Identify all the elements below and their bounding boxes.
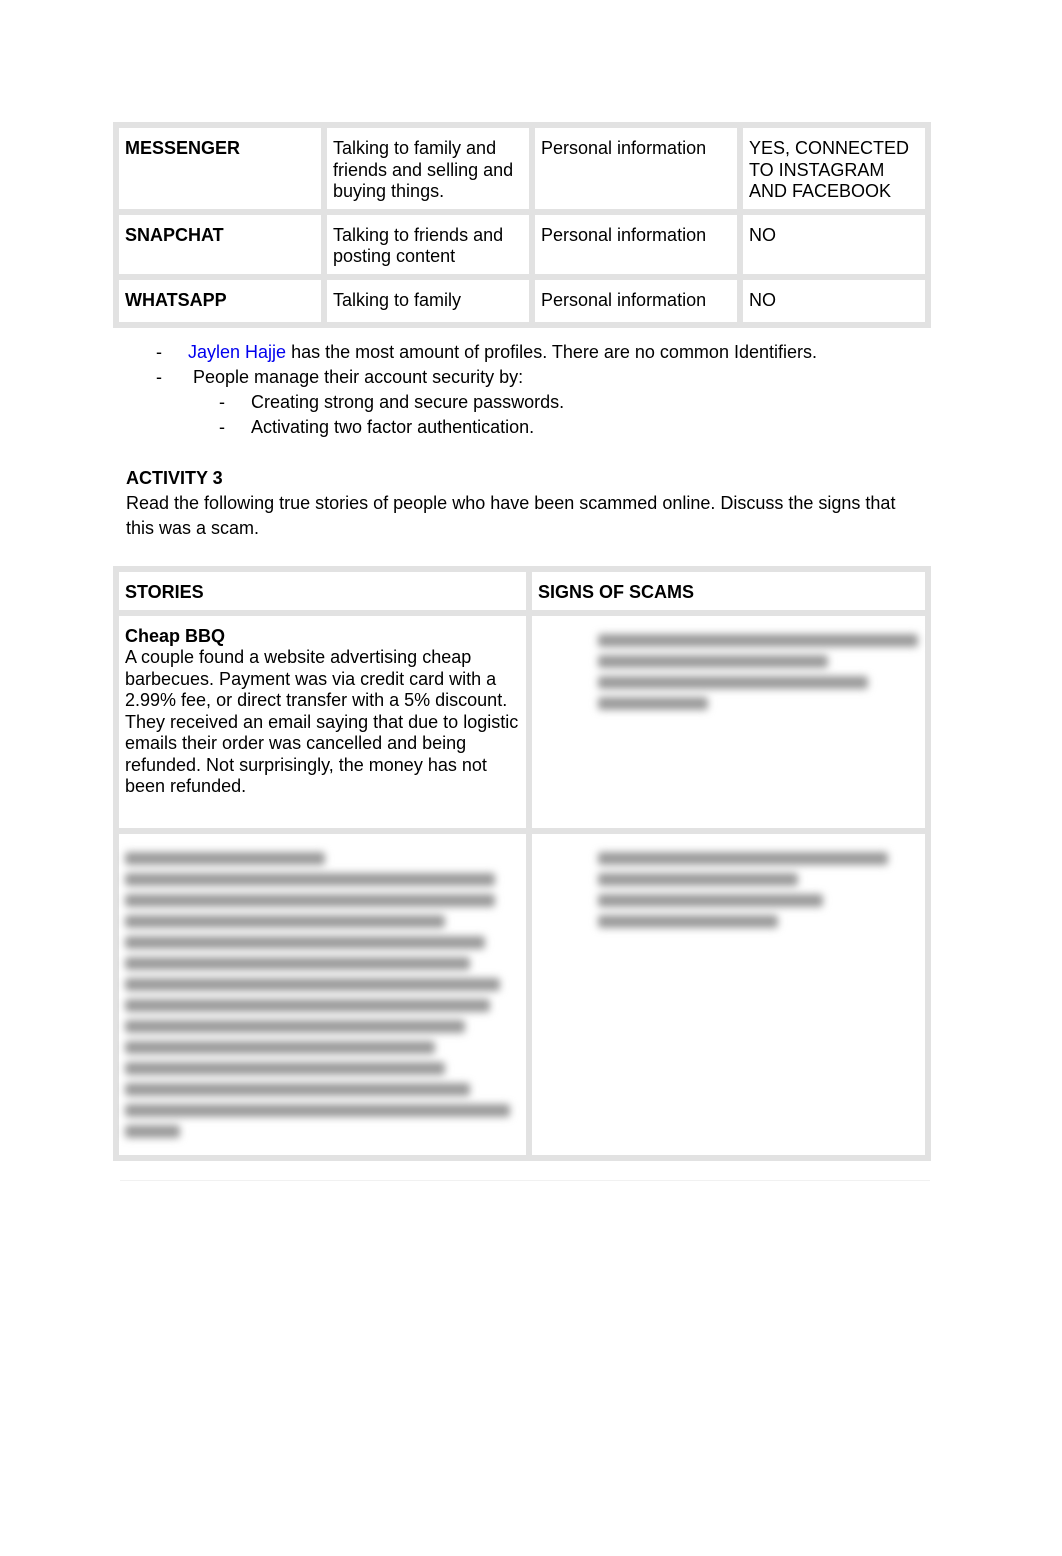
signs-cell [526, 827, 931, 1161]
info-cell: Personal information [529, 208, 743, 280]
table-row: SNAPCHAT Talking to friends and posting … [113, 208, 931, 280]
activity-title: ACTIVITY 3 [126, 468, 223, 488]
app-cell: MESSENGER [113, 122, 327, 215]
table-row: Cheap BBQ A couple found a website adver… [113, 609, 931, 834]
story-title: Cheap BBQ [125, 625, 226, 646]
info-cell: Personal information [529, 122, 743, 215]
dash: - [219, 392, 225, 412]
story-text: A couple found a website advertising che… [125, 647, 519, 796]
activity-instructions: Read the following true stories of peopl… [126, 493, 896, 538]
divider [120, 1180, 930, 1181]
dash: - [219, 417, 225, 437]
use-cell: Talking to friends and posting content [321, 208, 535, 280]
table-row: MESSENGER Talking to family and friends … [113, 122, 931, 215]
header-signs: SIGNS OF SCAMS [526, 566, 931, 616]
signs-cell [526, 609, 931, 834]
story-cell [113, 827, 532, 1161]
story-cell: Cheap BBQ A couple found a website adver… [113, 609, 532, 834]
document-page: MESSENGER Talking to family and friends … [0, 0, 1062, 1556]
table-row [113, 827, 931, 1161]
blurred-content [538, 633, 919, 710]
dash: - [156, 342, 162, 362]
profiles-table: MESSENGER Talking to family and friends … [113, 122, 931, 328]
profile-link[interactable]: Jaylen Hajje [188, 342, 286, 362]
connected-cell: NO [737, 208, 931, 280]
header-stories: STORIES [113, 566, 532, 616]
app-cell: WHATSAPP [113, 273, 327, 328]
table-header-row: STORIES SIGNS OF SCAMS [113, 566, 931, 616]
connected-cell: YES, CONNECTED TO INSTAGRAM AND FACEBOOK [737, 122, 931, 215]
dash: - [156, 367, 162, 387]
info-cell: Personal information [529, 273, 743, 328]
list-item-text: has the most amount of profiles. There a… [286, 342, 817, 362]
list-item: Activating two factor authentication. [251, 417, 535, 437]
blurred-content [538, 851, 919, 928]
table-row: WHATSAPP Talking to family Personal info… [113, 273, 931, 328]
activity-section: ACTIVITY 3 Read the following true stori… [126, 466, 926, 541]
list-item: Creating strong and secure passwords. [251, 392, 565, 412]
stories-table: STORIES SIGNS OF SCAMS Cheap BBQ A coupl… [113, 566, 931, 1161]
list-item: People manage their account security by: [193, 367, 524, 387]
list-item: Jaylen Hajje has the most amount of prof… [188, 340, 817, 365]
use-cell: Talking to family [321, 273, 535, 328]
app-cell: SNAPCHAT [113, 208, 327, 280]
blurred-content [125, 851, 520, 1138]
connected-cell: NO [737, 273, 931, 328]
use-cell: Talking to family and friends and sellin… [321, 122, 535, 215]
